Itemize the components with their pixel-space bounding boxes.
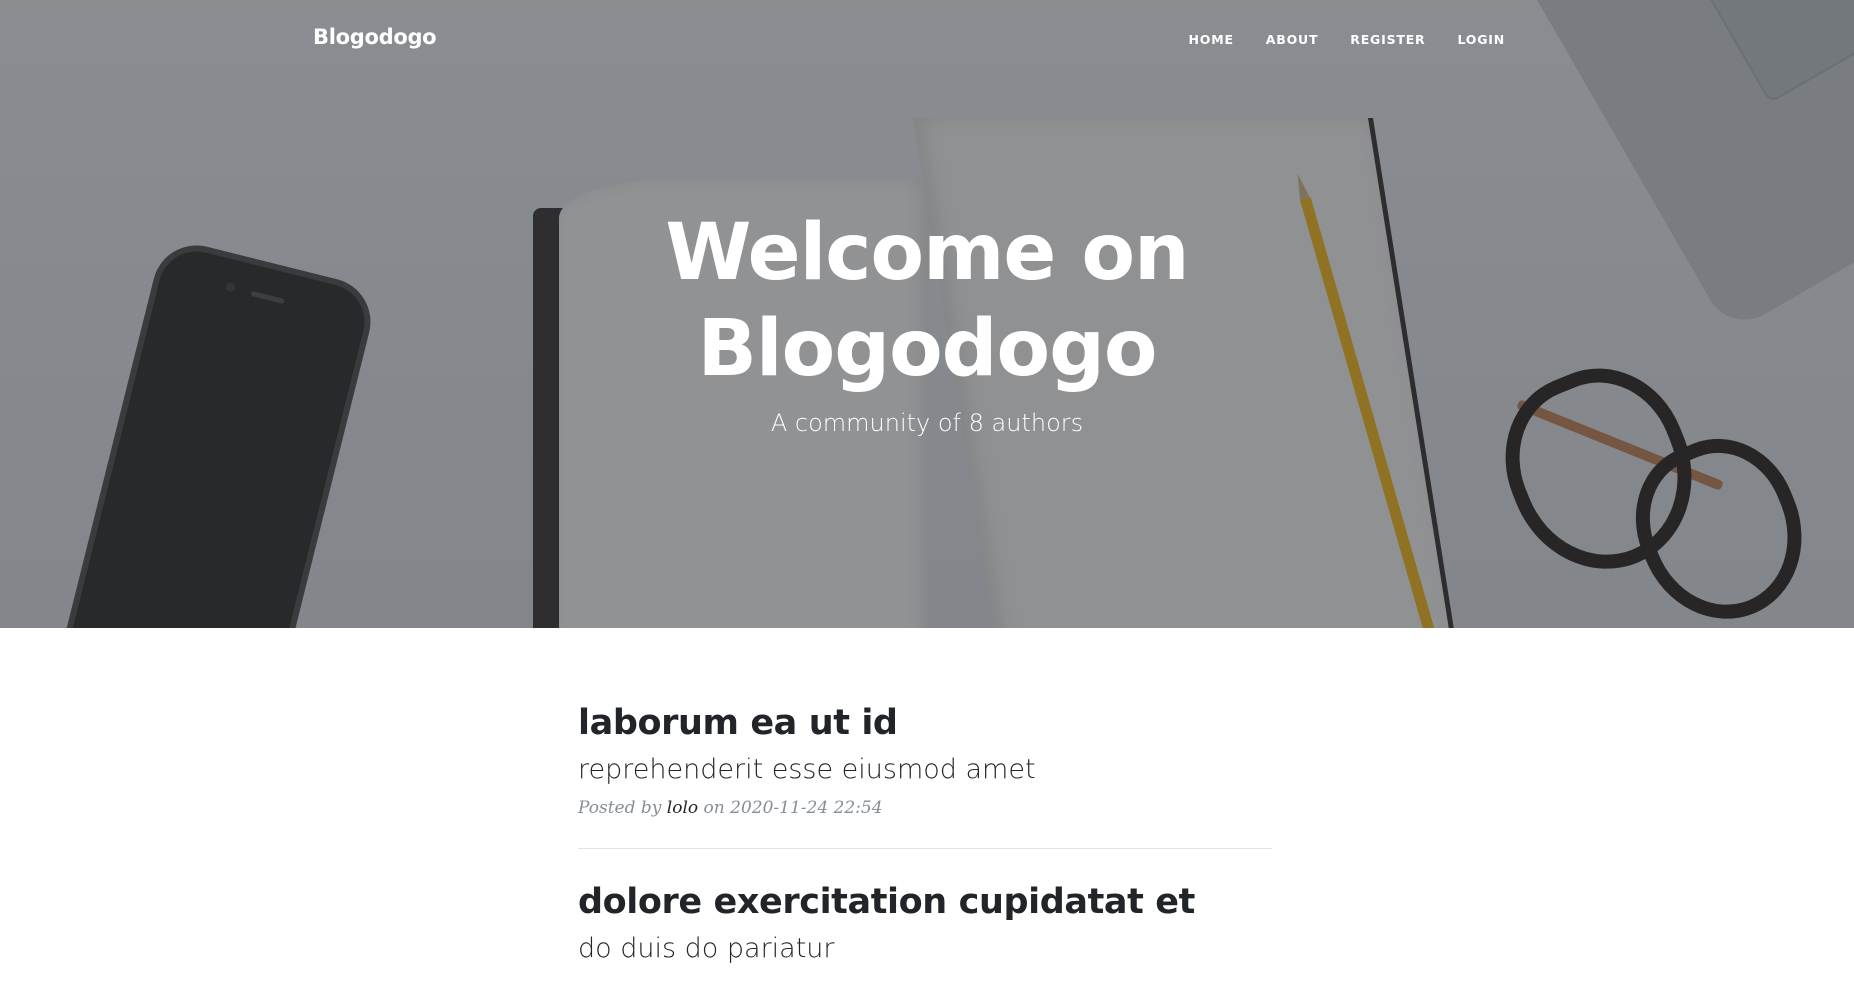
post-divider (578, 848, 1272, 849)
post-subtitle[interactable]: do duis do pariatur (578, 931, 1272, 967)
site-heading: Welcome on Blogodogo A community of 8 au… (0, 205, 1854, 437)
nav-links: HOME ABOUT REGISTER LOGIN (1173, 32, 1521, 47)
hero-banner: Blogodogo HOME ABOUT REGISTER LOGIN Welc… (0, 0, 1854, 628)
post-title[interactable]: laborum ea ut id (578, 700, 1272, 746)
post-meta-on: on (703, 798, 725, 818)
main-navbar: Blogodogo HOME ABOUT REGISTER LOGIN (0, 0, 1854, 82)
nav-login-link[interactable]: LOGIN (1441, 32, 1521, 47)
nav-register-link[interactable]: REGISTER (1334, 32, 1441, 47)
hero-title: Welcome on Blogodogo (665, 208, 1189, 394)
post-author-link[interactable]: lolo (667, 798, 698, 818)
post-meta-prefix: Posted by (578, 798, 662, 818)
post-subtitle[interactable]: reprehenderit esse eiusmod amet (578, 752, 1272, 788)
post-title[interactable]: dolore exercitation cupidatat et (578, 879, 1272, 925)
hero-subheading: A community of 8 authors (770, 409, 1084, 437)
post-list: laborum ea ut id reprehenderit esse eius… (578, 700, 1272, 997)
nav-home-link[interactable]: HOME (1173, 32, 1250, 47)
post-meta: Posted by lolo on 2020-11-24 22:54 (578, 798, 1272, 818)
brand-logo[interactable]: Blogodogo (313, 25, 437, 49)
nav-about-link[interactable]: ABOUT (1250, 32, 1335, 47)
post-preview[interactable]: dolore exercitation cupidatat et do duis… (578, 879, 1272, 997)
post-preview[interactable]: laborum ea ut id reprehenderit esse eius… (578, 700, 1272, 848)
post-date: 2020-11-24 22:54 (730, 798, 883, 818)
